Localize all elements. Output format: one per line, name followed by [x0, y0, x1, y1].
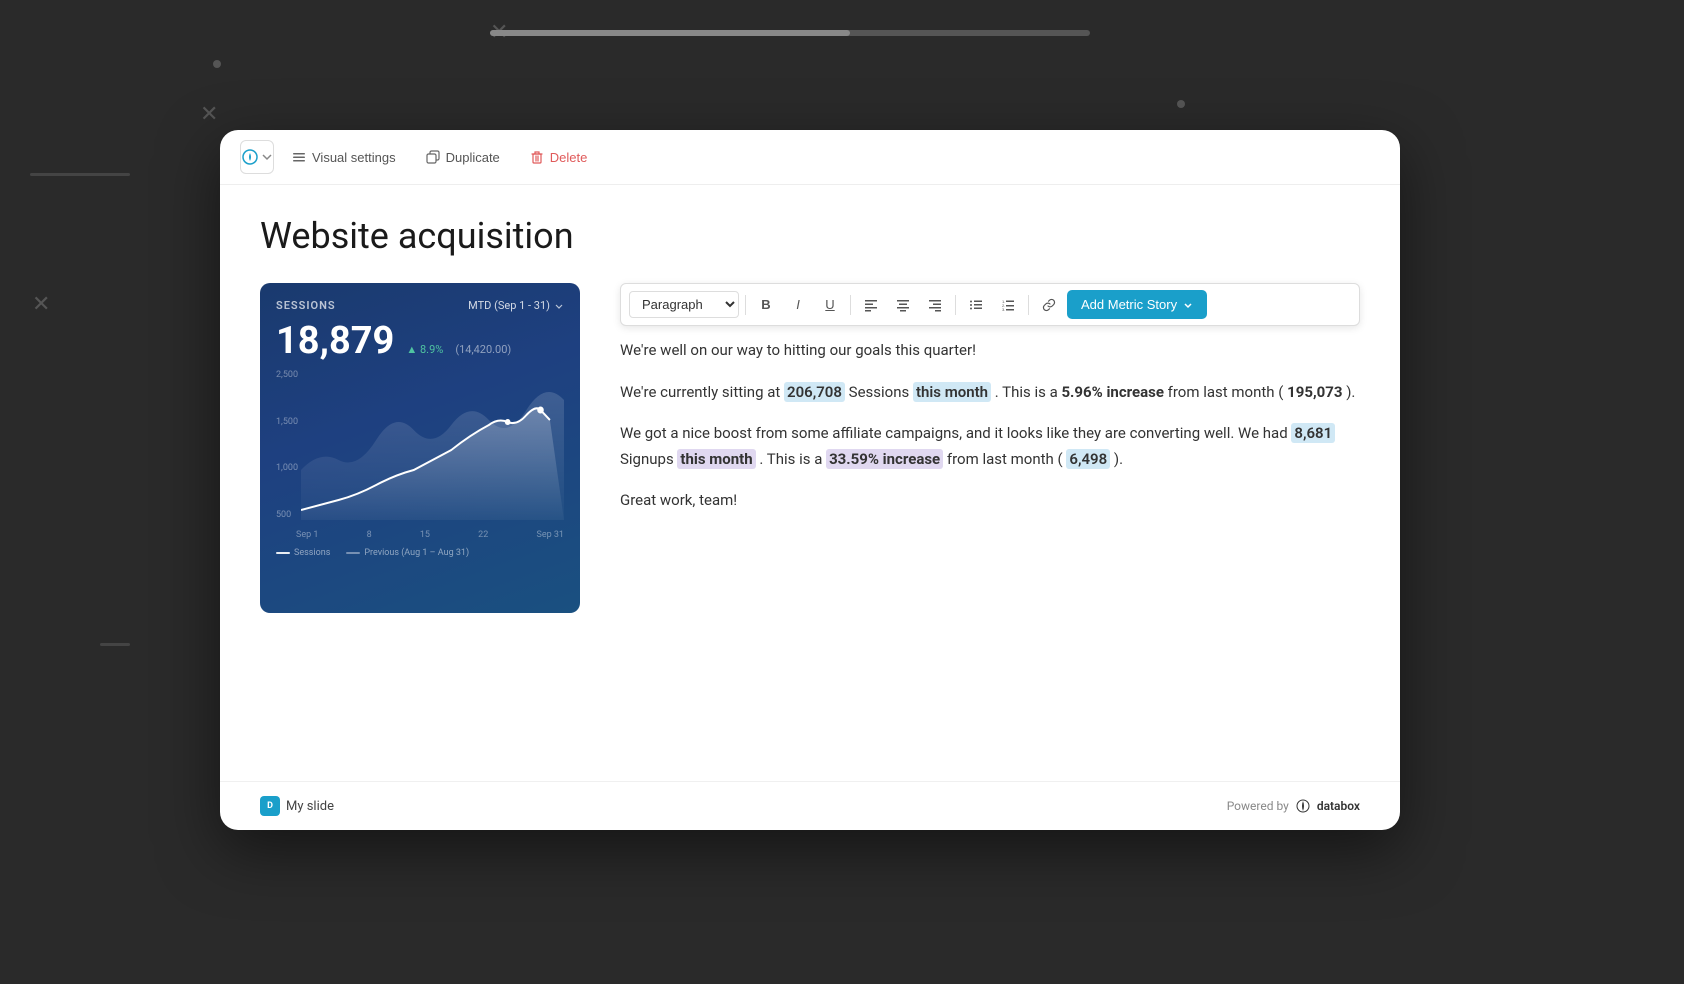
divider-1: [745, 295, 746, 315]
italic-btn[interactable]: I: [784, 291, 812, 319]
bold-btn[interactable]: B: [752, 291, 780, 319]
increase-2: 33.59% increase: [826, 449, 943, 469]
delete-btn[interactable]: Delete: [518, 144, 600, 171]
chart-sessions-label: SESSIONS: [276, 299, 336, 312]
chart-svg: 2,500 1,500 1,000 500: [276, 370, 564, 540]
main-card: Visual settings Duplicate Delete Website…: [220, 130, 1400, 830]
card-footer: D My slide Powered by databox: [220, 781, 1400, 830]
legend-sessions-line: [276, 552, 290, 554]
divider-2: [850, 295, 851, 315]
card-toolbar: Visual settings Duplicate Delete: [220, 130, 1400, 185]
editor-toolbar: Paragraph B I U: [620, 283, 1360, 326]
story-text: We're well on our way to hitting our goa…: [620, 338, 1360, 514]
chart-badge: ▲ 8.9%: [406, 343, 443, 356]
content-area: Website acquisition SESSIONS MTD (Sep 1 …: [220, 185, 1400, 643]
align-center-btn[interactable]: [889, 291, 917, 319]
align-left-btn[interactable]: [857, 291, 885, 319]
prev-value-2: 6,498: [1066, 449, 1110, 469]
chart-header: SESSIONS MTD (Sep 1 - 31): [276, 299, 564, 312]
legend-sessions: Sessions: [276, 548, 330, 558]
bullet-list-btn[interactable]: [962, 291, 990, 319]
chart-widget: SESSIONS MTD (Sep 1 - 31) 18,879 ▲ 8.9% …: [260, 283, 580, 613]
footer-slide: D My slide: [260, 796, 334, 816]
bg-hline-2: [100, 643, 130, 646]
slide-icon: D: [260, 796, 280, 816]
chart-main-value: 18,879: [276, 322, 394, 360]
story-closing: Great work, team!: [620, 488, 1360, 514]
bg-dot-1: [213, 60, 221, 68]
story-para-3: We got a nice boost from some affiliate …: [620, 421, 1360, 472]
bg-cross-2: ✕: [200, 102, 218, 127]
chart-period: MTD (Sep 1 - 31): [468, 299, 564, 312]
chart-y-labels: 2,500 1,500 1,000 500: [276, 370, 298, 520]
text-editor-section: Paragraph B I U: [620, 283, 1360, 530]
prev-value-1: 195,073: [1287, 383, 1342, 401]
increase-1: 5.96% increase: [1061, 383, 1163, 401]
underline-btn[interactable]: U: [816, 291, 844, 319]
paragraph-select[interactable]: Paragraph: [629, 291, 739, 318]
this-month-1: this month: [913, 382, 991, 402]
brand-icon-btn[interactable]: [240, 140, 274, 174]
top-progress-bar: [490, 30, 1090, 36]
bg-dot-2: [1177, 100, 1185, 108]
this-month-2: this month: [677, 449, 755, 469]
chart-value-row: 18,879 ▲ 8.9% (14,420.00): [276, 316, 564, 360]
story-para-1: We're well on our way to hitting our goa…: [620, 338, 1360, 364]
duplicate-btn[interactable]: Duplicate: [414, 144, 512, 171]
svg-text:3.: 3.: [1002, 307, 1005, 312]
legend-previous: Previous (Aug 1 – Aug 31): [346, 548, 469, 558]
chart-sub-value: (14,420.00): [455, 343, 511, 356]
chart-x-labels: Sep 1 8 15 22 Sep 31: [296, 530, 564, 540]
sessions-value: 206,708: [784, 382, 845, 402]
signups-value: 8,681: [1291, 423, 1335, 443]
page-title: Website acquisition: [260, 215, 1360, 257]
bg-hline-1: [30, 173, 130, 176]
chart-legend: Sessions Previous (Aug 1 – Aug 31): [276, 548, 564, 558]
footer-brand: Powered by databox: [1227, 798, 1360, 814]
numbered-list-btn[interactable]: 1.2.3.: [994, 291, 1022, 319]
story-para-2: We're currently sitting at 206,708 Sessi…: [620, 380, 1360, 406]
divider-3: [955, 295, 956, 315]
content-body: SESSIONS MTD (Sep 1 - 31) 18,879 ▲ 8.9% …: [260, 283, 1360, 613]
visual-settings-btn[interactable]: Visual settings: [280, 144, 408, 171]
top-progress-fill: [490, 30, 850, 36]
link-btn[interactable]: [1035, 291, 1063, 319]
align-right-btn[interactable]: [921, 291, 949, 319]
add-metric-story-btn[interactable]: Add Metric Story: [1067, 290, 1207, 319]
databox-logo-icon: [1295, 798, 1311, 814]
bg-cross-3: ✕: [32, 292, 50, 317]
divider-4: [1028, 295, 1029, 315]
legend-previous-line: [346, 552, 360, 554]
